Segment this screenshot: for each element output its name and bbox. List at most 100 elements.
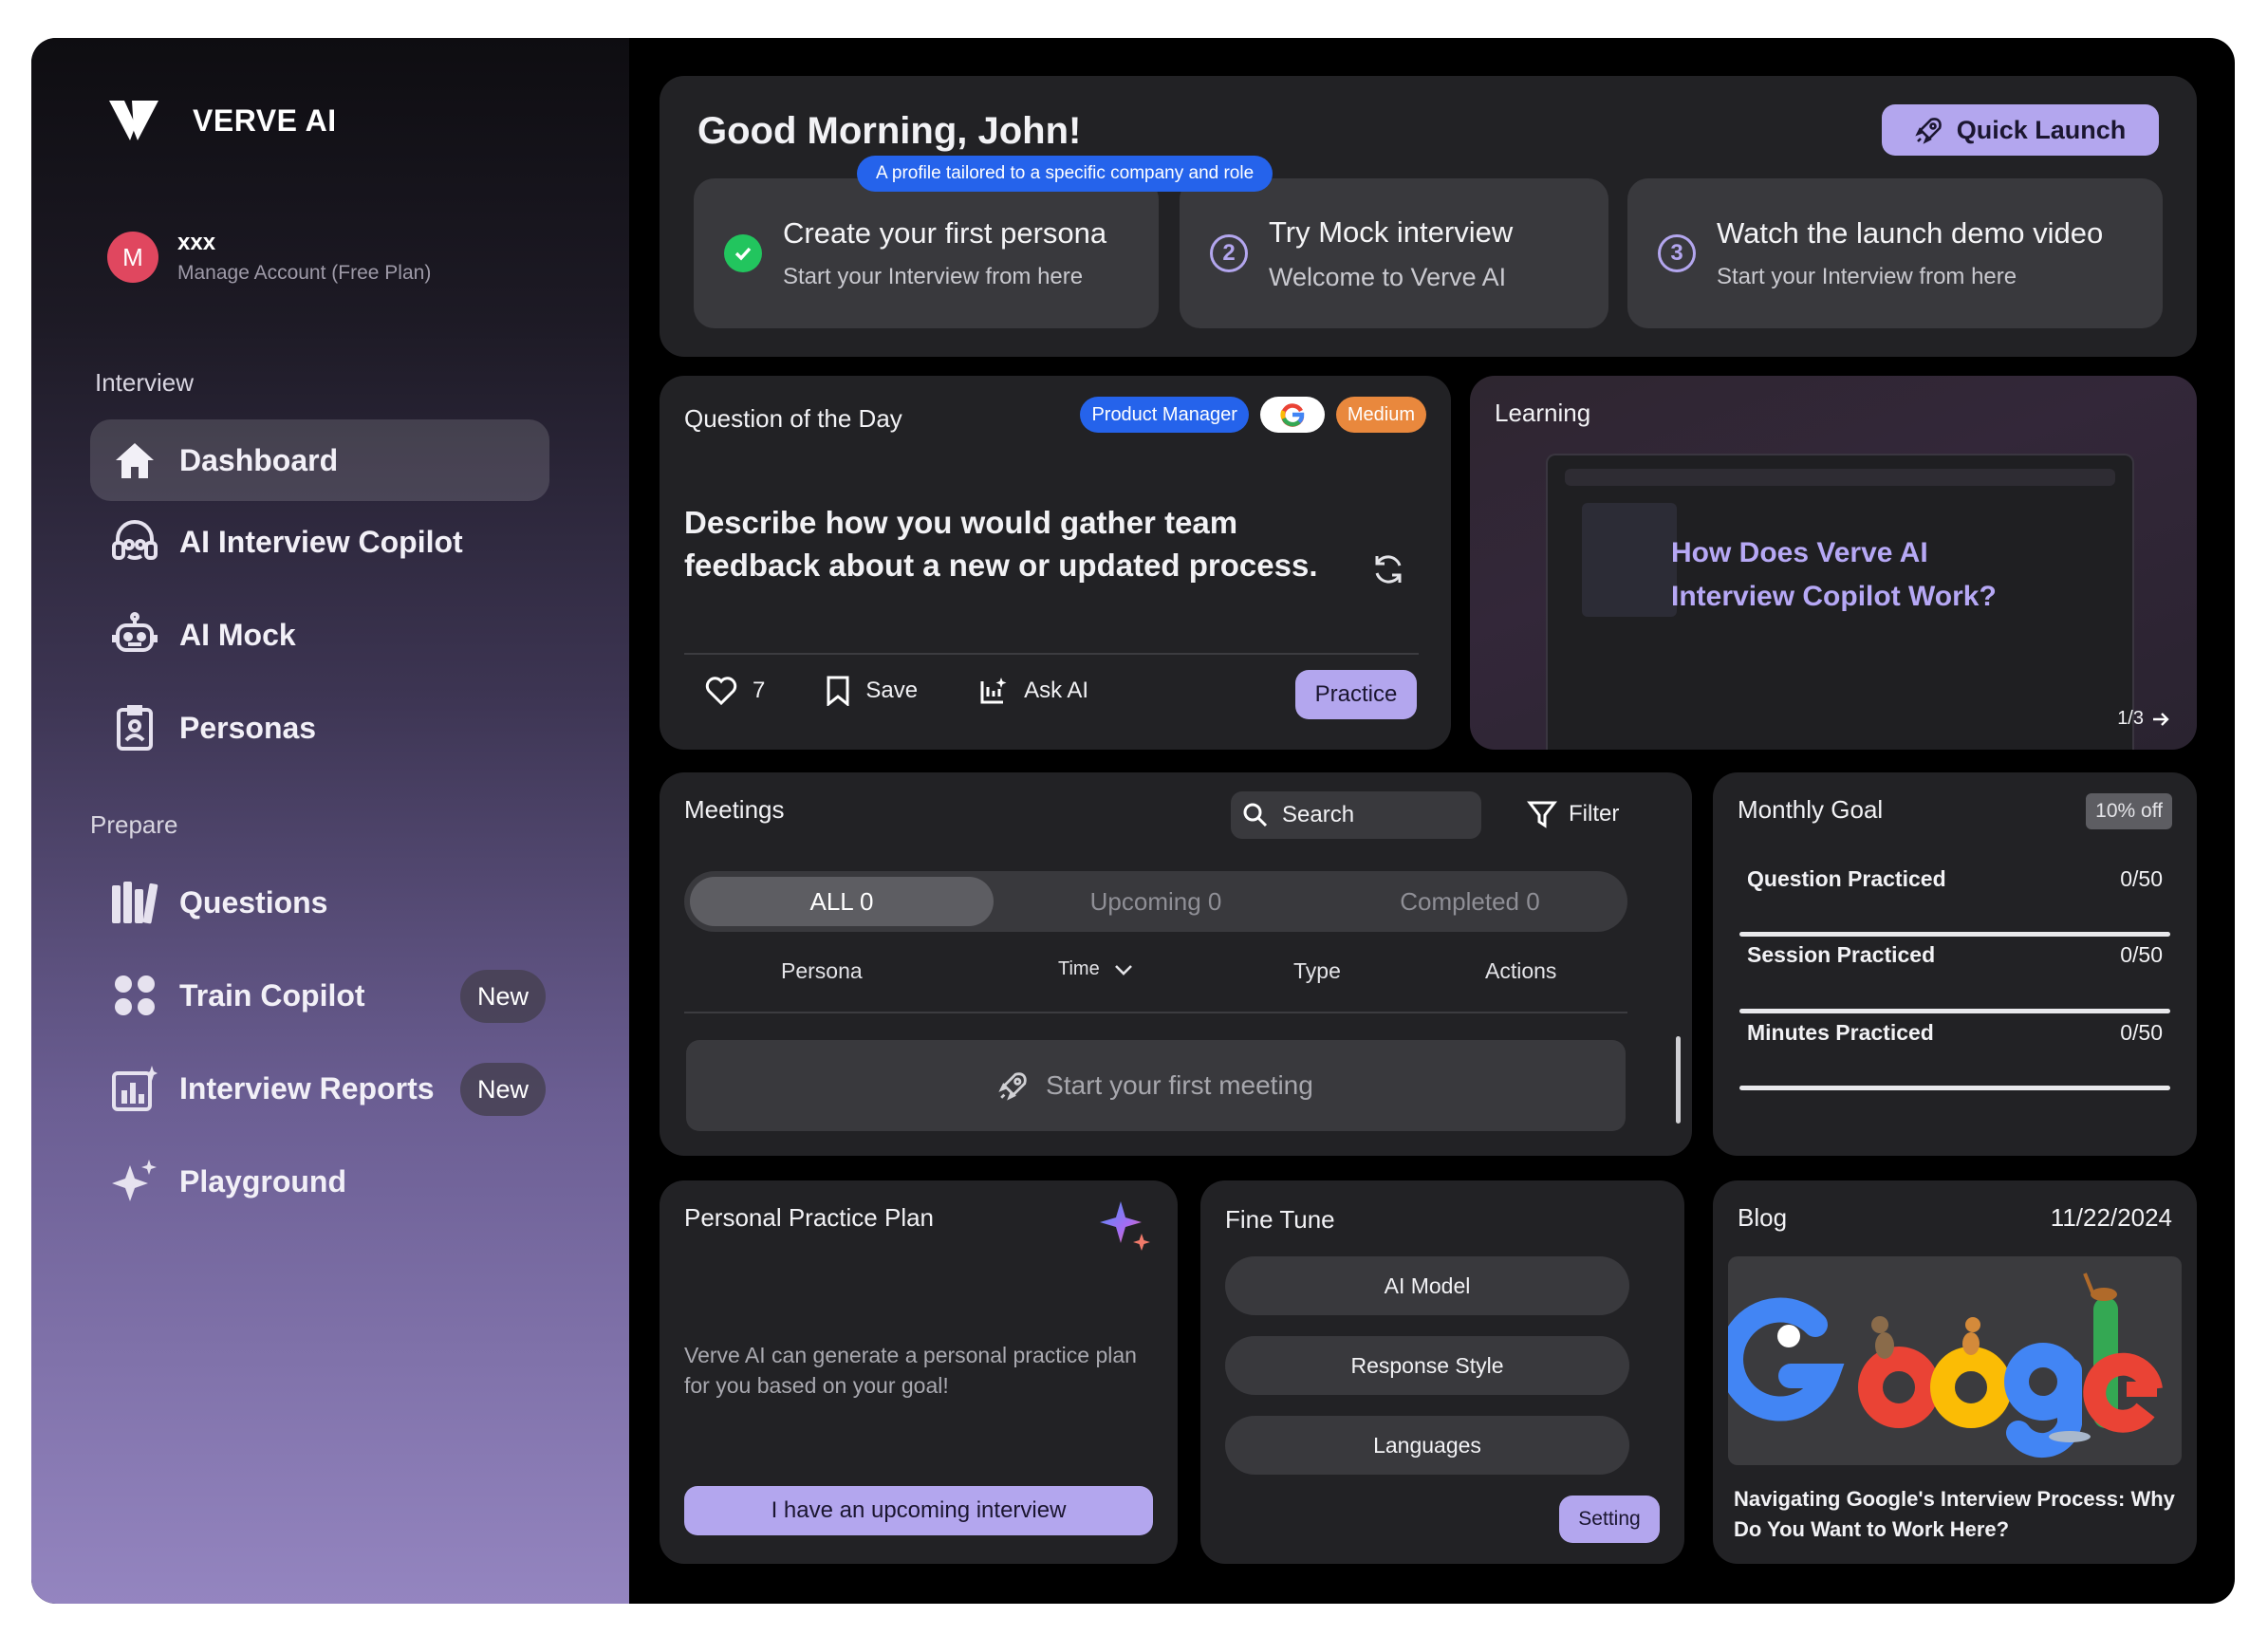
greeting-title: Good Morning, John! — [697, 110, 1082, 152]
save-label: Save — [865, 678, 919, 703]
sidebar-item-playground[interactable]: Playground — [90, 1141, 549, 1222]
role-chip[interactable]: Product Manager — [1080, 397, 1249, 433]
app-window: VERVE AI M xxx Manage Account (Free Plan… — [31, 38, 2235, 1604]
practice-button[interactable]: Practice — [1295, 670, 1417, 719]
tab-completed[interactable]: Completed 0 — [1318, 877, 1622, 926]
sidebar-item-label: Interview Reports — [179, 1070, 435, 1105]
monthly-goal-card: Monthly Goal 10% off Question Practiced … — [1713, 772, 2197, 1156]
learning-card[interactable]: Learning How Does Verve AI Interview Cop… — [1470, 376, 2197, 750]
quick-launch-button[interactable]: Quick Launch — [1882, 104, 2159, 156]
goal-row: Question Practiced 0/50 — [1747, 860, 2163, 898]
account-menu[interactable]: M xxx Manage Account (Free Plan) — [107, 230, 431, 285]
rocket-icon — [1915, 118, 1942, 144]
scrollbar[interactable] — [1676, 1036, 1681, 1124]
sidebar-item-label: Personas — [179, 710, 317, 745]
step-subtitle: Welcome to Verve AI — [1269, 262, 1507, 291]
sidebar-item-interview-reports[interactable]: Interview Reports New — [90, 1048, 549, 1129]
save-button[interactable]: Save — [826, 676, 918, 706]
step-watch-demo[interactable]: 3 Watch the launch demo video Start your… — [1627, 178, 2163, 328]
verve-logo-icon — [109, 101, 158, 140]
goal-value: 0/50 — [2120, 941, 2163, 967]
pager-count: 1/3 — [2117, 708, 2144, 729]
apps-icon — [109, 970, 160, 1021]
quick-launch-label: Quick Launch — [1956, 115, 2127, 144]
divider — [684, 653, 1419, 655]
ask-ai-icon — [980, 678, 1007, 704]
upcoming-interview-button[interactable]: I have an upcoming interview — [684, 1486, 1153, 1535]
sidebar-item-train-copilot[interactable]: Train Copilot New — [90, 955, 549, 1036]
step-create-persona[interactable]: Create your first persona Start your Int… — [694, 178, 1159, 328]
avatar: M — [107, 232, 158, 283]
goal-value: 0/50 — [2120, 1019, 2163, 1045]
goal-label: Question Practiced — [1747, 865, 1946, 891]
logo[interactable]: VERVE AI — [107, 97, 337, 144]
start-meeting-button[interactable]: Start your first meeting — [686, 1040, 1626, 1131]
sidebar-item-label: Train Copilot — [179, 977, 365, 1013]
chevron-down-icon — [1114, 964, 1132, 975]
onboarding-card: Good Morning, John! Quick Launch A profi… — [660, 76, 2197, 357]
new-badge: New — [459, 1063, 546, 1116]
heart-icon — [705, 677, 737, 705]
sidebar-item-questions[interactable]: Questions — [90, 862, 549, 943]
logo-text: VERVE AI — [193, 102, 337, 138]
tab-upcoming[interactable]: Upcoming 0 — [1004, 877, 1308, 926]
search-placeholder: Search — [1282, 802, 1355, 827]
response-style-button[interactable]: Response Style — [1225, 1336, 1629, 1395]
id-badge-icon — [109, 702, 160, 753]
filter-icon — [1527, 801, 1557, 828]
carousel-pager[interactable]: 1/3 — [2117, 708, 2170, 730]
google-logo-icon — [1280, 403, 1305, 427]
ask-ai-label: Ask AI — [1024, 678, 1089, 703]
search-icon — [1243, 803, 1268, 827]
sidebar-item-label: AI Interview Copilot — [179, 524, 463, 559]
google-doodle-icon — [1728, 1273, 2163, 1458]
step-number-3-icon: 3 — [1658, 234, 1696, 272]
meeting-tabs: ALL 0 Upcoming 0 Completed 0 — [684, 871, 1627, 932]
sidebar-item-ai-interview-copilot[interactable]: AI Interview Copilot — [90, 501, 549, 583]
blog-card[interactable]: Blog 11/22/2024 Navigating Google's Inte… — [1713, 1180, 2197, 1564]
goal-label: Minutes Practiced — [1747, 1019, 1934, 1045]
company-chip[interactable] — [1259, 397, 1325, 433]
progress-bar — [1739, 1086, 2170, 1090]
refresh-icon[interactable] — [1371, 552, 1405, 591]
column-header-time[interactable]: Time — [1058, 958, 1134, 980]
filter-label: Filter — [1569, 801, 1620, 827]
like-count: 7 — [753, 678, 766, 703]
tab-all[interactable]: ALL 0 — [690, 877, 994, 926]
search-input[interactable]: Search — [1231, 791, 1481, 839]
qotd-actions: 7 Save Ask AI — [705, 676, 1088, 706]
ai-model-button[interactable]: AI Model — [1225, 1256, 1629, 1315]
home-icon — [109, 435, 160, 486]
setting-button[interactable]: Setting — [1559, 1496, 1660, 1543]
step-number-2-icon: 2 — [1210, 234, 1248, 272]
section-label-interview: Interview — [95, 368, 195, 397]
headline-line: How Does Verve AI — [1671, 537, 1928, 568]
sidebar-item-label: Playground — [179, 1163, 347, 1198]
step-subtitle: Start your Interview from here — [1717, 264, 2017, 289]
filter-button[interactable]: Filter — [1527, 799, 1619, 829]
plan-description: Verve AI can generate a personal practic… — [684, 1343, 1137, 1398]
step-try-mock-interview[interactable]: 2 Try Mock interview Welcome to Verve AI — [1180, 178, 1608, 328]
headset-icon — [109, 516, 160, 567]
languages-button[interactable]: Languages — [1225, 1416, 1629, 1475]
sidebar-item-dashboard[interactable]: Dashboard — [90, 419, 549, 501]
like-button[interactable]: 7 — [705, 677, 765, 705]
practice-plan-card: Personal Practice Plan Verve AI can gene… — [660, 1180, 1178, 1564]
fine-tune-card: Fine Tune AI Model Response Style Langua… — [1200, 1180, 1684, 1564]
persona-tooltip: A profile tailored to a specific company… — [857, 156, 1273, 192]
sidebar-item-ai-mock[interactable]: AI Mock — [90, 594, 549, 676]
divider — [684, 1012, 1627, 1013]
ask-ai-button[interactable]: Ask AI — [978, 676, 1088, 706]
google-doodle-image[interactable] — [1728, 1256, 2182, 1465]
presenter-thumbnail — [1582, 503, 1677, 617]
meetings-card: Meetings Search Filter ALL 0 Upcoming 0 … — [660, 772, 1692, 1156]
difficulty-chip[interactable]: Medium — [1335, 397, 1426, 433]
new-badge: New — [459, 970, 546, 1023]
blog-date: 11/22/2024 — [2050, 1203, 2172, 1232]
goal-title: Monthly Goal — [1738, 795, 1884, 824]
ai-sparkle-icon — [1100, 1199, 1153, 1257]
plan-title: Personal Practice Plan — [684, 1203, 935, 1232]
column-header-label: Time — [1058, 958, 1100, 979]
goal-value: 0/50 — [2120, 865, 2163, 891]
sidebar-item-personas[interactable]: Personas — [90, 687, 549, 769]
